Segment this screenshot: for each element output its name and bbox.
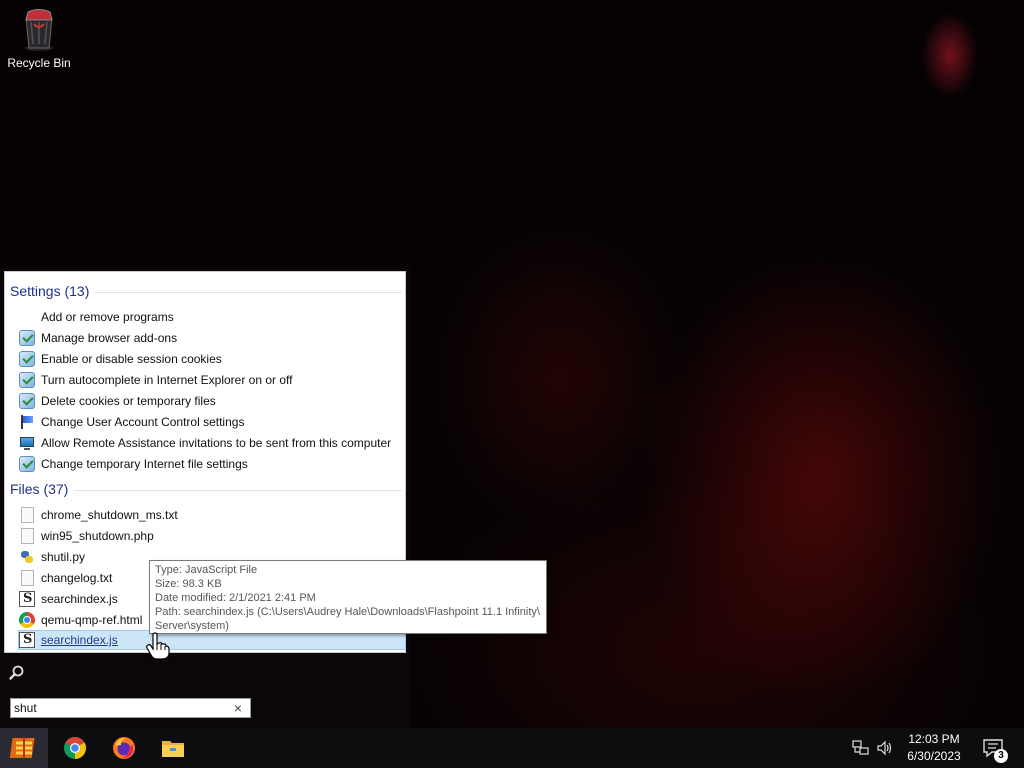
file-item-label: searchindex.js	[41, 633, 118, 647]
settings-item-label: Change User Account Control settings	[41, 415, 245, 429]
settings-item-label: Allow Remote Assistance invitations to b…	[41, 436, 392, 450]
file-item-label: win95_shutdown.php	[41, 529, 154, 543]
python-file-icon	[19, 549, 35, 565]
settings-item-add-remove-programs[interactable]: Add or remove programs	[19, 307, 399, 327]
start-button[interactable]	[0, 728, 48, 768]
settings-item-label: Enable or disable session cookies	[41, 352, 222, 366]
control-panel-icon	[19, 456, 35, 472]
search-input[interactable]	[11, 700, 214, 716]
chrome-file-icon	[19, 612, 35, 628]
control-panel-icon	[19, 393, 35, 409]
settings-item-remote-assistance[interactable]: Allow Remote Assistance invitations to b…	[19, 433, 399, 453]
firefox-icon[interactable]	[112, 736, 136, 760]
monitor-icon	[19, 435, 35, 451]
section-divider	[74, 489, 402, 491]
tooltip-path: Path: searchindex.js (C:\Users\Audrey Ha…	[155, 606, 540, 618]
files-section-header[interactable]: Files (37)	[10, 479, 402, 499]
settings-header-label: Settings (13)	[10, 283, 90, 299]
file-item-label: shutil.py	[41, 550, 86, 564]
clear-search-icon[interactable]: ×	[234, 700, 242, 716]
clock-time: 12:03 PM	[908, 732, 960, 746]
recycle-bin-icon	[22, 8, 56, 52]
clock[interactable]: 12:03 PM 6/30/2023	[892, 731, 976, 765]
blank-icon	[19, 309, 35, 325]
start-logo-icon	[9, 735, 38, 761]
file-item-label: changelog.txt	[41, 571, 113, 585]
start-search-box[interactable]: ×	[10, 698, 251, 718]
settings-item-manage-add-ons[interactable]: Manage browser add-ons	[19, 328, 399, 348]
section-divider	[95, 291, 402, 293]
settings-section-header[interactable]: Settings (13)	[10, 281, 402, 301]
chrome-icon[interactable]	[63, 736, 87, 760]
network-icon[interactable]	[852, 740, 870, 756]
files-header-label: Files (37)	[10, 481, 69, 497]
settings-item-uac[interactable]: Change User Account Control settings	[19, 412, 399, 432]
text-file-icon	[21, 570, 34, 586]
uac-flag-icon	[19, 414, 35, 430]
file-item-label: chrome_shutdown_ms.txt	[41, 508, 178, 522]
settings-item-autocomplete[interactable]: Turn autocomplete in Internet Explorer o…	[19, 370, 399, 390]
file-item-win95-shutdown[interactable]: win95_shutdown.php	[19, 526, 399, 546]
desktop: Recycle Bin Settings (13) Add or remove …	[0, 0, 1024, 768]
recycle-bin-shortcut[interactable]: Recycle Bin	[6, 8, 72, 70]
settings-item-session-cookies[interactable]: Enable or disable session cookies	[19, 349, 399, 369]
file-item-label: qemu-qmp-ref.html	[41, 613, 143, 627]
file-item-label: searchindex.js	[41, 592, 118, 606]
text-file-icon	[21, 507, 34, 523]
tooltip-type: Type: JavaScript File	[155, 564, 258, 576]
settings-item-temp-internet-files[interactable]: Change temporary Internet file settings	[19, 454, 399, 474]
recycle-bin-label: Recycle Bin	[7, 56, 71, 70]
taskbar: 12:03 PM 6/30/2023 3	[0, 728, 1024, 768]
file-explorer-icon[interactable]	[161, 736, 185, 760]
control-panel-icon	[19, 330, 35, 346]
settings-item-label: Add or remove programs	[41, 310, 174, 324]
text-file-icon	[21, 528, 34, 544]
control-panel-icon	[19, 372, 35, 388]
notification-center-button[interactable]: 3	[982, 738, 1008, 763]
settings-item-label: Manage browser add-ons	[41, 331, 178, 345]
notification-count-badge: 3	[994, 749, 1008, 763]
tooltip-path-continued: Server\system)	[155, 620, 229, 632]
hand-cursor-icon	[146, 632, 170, 660]
tooltip-date-modified: Date modified: 2/1/2021 2:41 PM	[155, 592, 316, 604]
settings-item-delete-cookies[interactable]: Delete cookies or temporary files	[19, 391, 399, 411]
js-file-icon	[19, 591, 35, 607]
settings-item-label: Turn autocomplete in Internet Explorer o…	[41, 373, 293, 387]
settings-item-label: Change temporary Internet file settings	[41, 457, 248, 471]
settings-item-label: Delete cookies or temporary files	[41, 394, 216, 408]
start-menu: Settings (13) Add or remove programs Man…	[0, 268, 410, 729]
file-info-tooltip: Type: JavaScript File Size: 98.3 KB Date…	[149, 560, 547, 634]
tooltip-size: Size: 98.3 KB	[155, 578, 222, 590]
js-file-icon	[19, 632, 35, 648]
clock-date: 6/30/2023	[907, 749, 961, 763]
search-icon	[8, 664, 26, 682]
control-panel-icon	[19, 351, 35, 367]
file-item-chrome-shutdown[interactable]: chrome_shutdown_ms.txt	[19, 505, 399, 525]
